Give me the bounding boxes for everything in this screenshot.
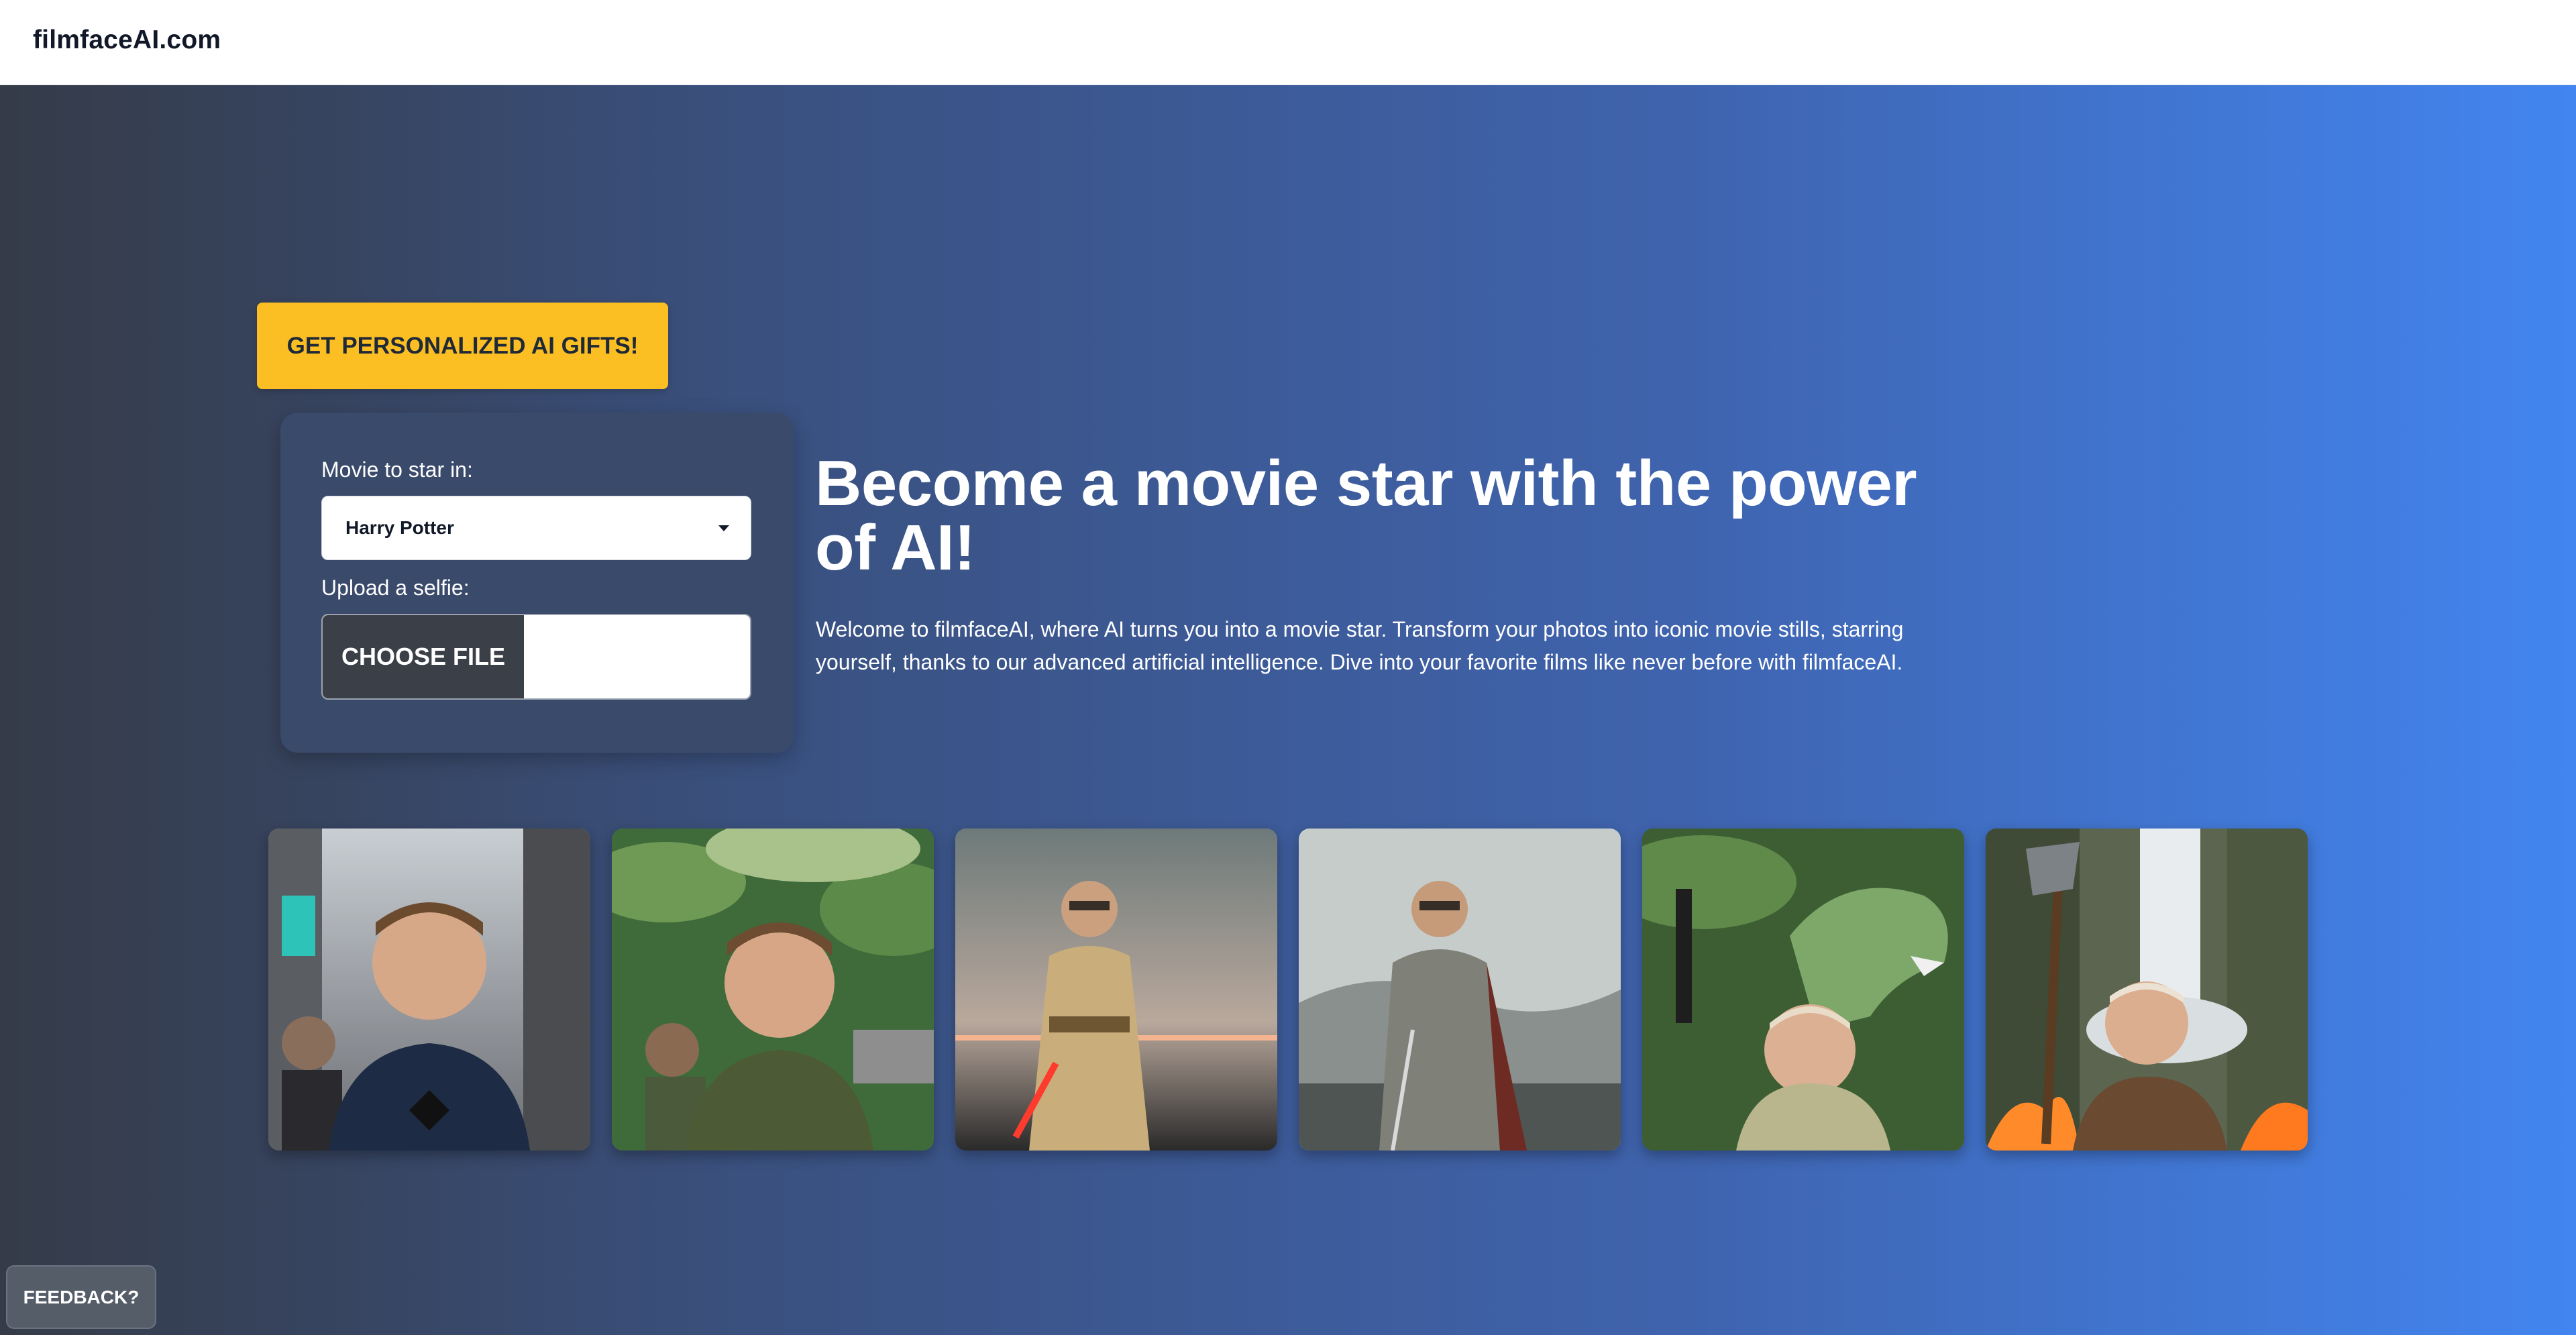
- brand-logo-text[interactable]: filmfaceAI.com: [33, 25, 221, 55]
- waterfall-axe-portrait-icon: [1986, 829, 2308, 1151]
- example-image-city: [268, 829, 590, 1151]
- choose-file-button[interactable]: CHOOSE FILE: [323, 615, 524, 698]
- example-image-jedi: [955, 829, 1277, 1151]
- armored-knight-portrait-icon: [1299, 829, 1621, 1151]
- movie-select-label: Movie to star in:: [321, 458, 473, 482]
- example-image-jungle: [612, 829, 934, 1151]
- example-gallery: [268, 829, 2308, 1151]
- selfie-upload-label: Upload a selfie:: [321, 576, 470, 600]
- jungle-portrait-icon: [612, 829, 934, 1151]
- jedi-lightsaber-portrait-icon: [955, 829, 1277, 1151]
- personalized-gifts-button[interactable]: GET PERSONALIZED AI GIFTS!: [257, 303, 668, 389]
- example-image-dinosaur: [1642, 829, 1964, 1151]
- example-image-knight: [1299, 829, 1621, 1151]
- movie-select[interactable]: Harry Potter: [321, 496, 751, 560]
- city-crowd-portrait-icon: [268, 829, 590, 1151]
- dinosaur-blaster-portrait-icon: [1642, 829, 1964, 1151]
- caret-down-icon: [718, 525, 729, 531]
- top-nav-bar: filmfaceAI.com: [0, 0, 2576, 85]
- feedback-button[interactable]: FEEDBACK?: [6, 1265, 156, 1329]
- selfie-file-input[interactable]: CHOOSE FILE: [321, 614, 751, 700]
- hero-headline: Become a movie star with the power of AI…: [815, 447, 1917, 584]
- example-image-waterfall: [1986, 829, 2308, 1151]
- movie-select-value: Harry Potter: [345, 517, 454, 538]
- hero-intro-text: Welcome to filmfaceAI, where AI turns yo…: [816, 617, 1904, 674]
